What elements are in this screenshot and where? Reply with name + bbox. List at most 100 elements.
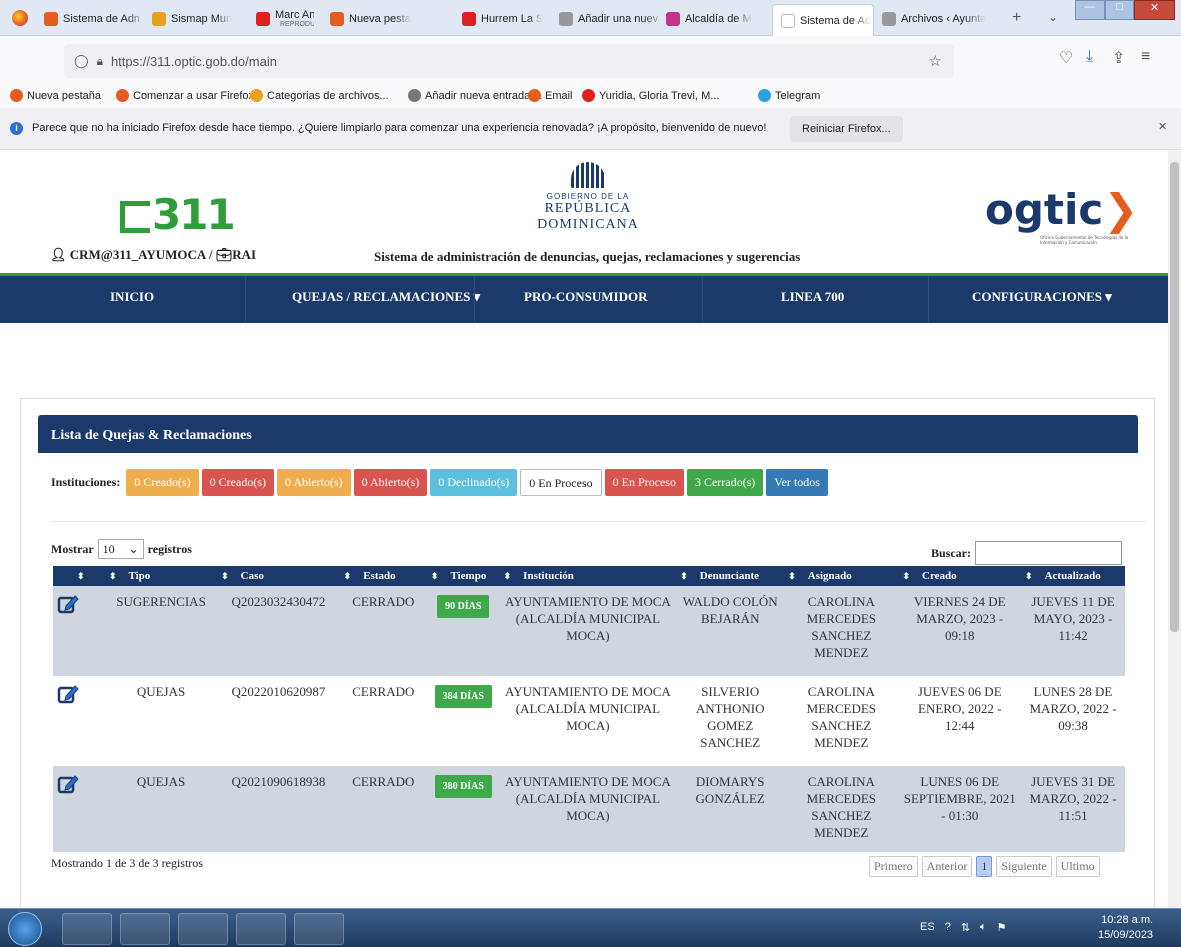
edit-icon[interactable] [57,773,79,795]
filter-button[interactable]: 0 Declinado(s) [430,469,518,496]
bookmark-item[interactable]: Nueva pestaña [10,89,101,102]
bookmark-item[interactable]: Añadir nueva entrada ... [408,89,542,102]
shield-icon[interactable]: ◯ [74,53,89,69]
hamburger-menu-icon[interactable]: ≡ [1141,48,1150,66]
new-tab-button[interactable]: + [1012,9,1021,27]
filter-button[interactable]: 0 Creado(s) [126,469,199,496]
nav-quejas[interactable]: QUEJAS / RECLAMACIONES ▾ [292,289,480,305]
browser-tab[interactable]: Nueva pesta [330,6,450,32]
filter-button[interactable]: Ver todos [766,469,828,496]
bookmark-star-icon[interactable]: ☆ [929,52,942,70]
share-icon[interactable]: ⇪ [1112,48,1125,68]
bookmark-item[interactable]: Yuridia, Gloria Trevi, M... [582,89,719,102]
browser-tab[interactable]: Alcaldía de M [666,6,764,32]
maximize-button[interactable]: □ [1104,0,1135,20]
filter-button[interactable]: 3 Cerrado(s) [686,469,764,496]
language-indicator[interactable]: ES [920,921,935,934]
pager-button[interactable]: Anterior [921,856,973,877]
app-icon[interactable] [120,913,170,945]
filter-button[interactable]: 0 Abierto(s) [353,469,428,496]
filter-button[interactable]: 0 Creado(s) [201,469,274,496]
browser-tab[interactable]: Sistema de Admi [44,6,139,32]
edit-icon[interactable] [57,593,79,615]
cell-caso: Q2022010620987 [217,676,340,766]
sort-icon[interactable]: ⬍ [788,571,796,581]
page-scrollbar[interactable] [1168,150,1181,908]
tab-sublabel: REPRODUCIENDO [280,21,314,28]
clock[interactable]: 10:28 a.m. 15/09/2023 [1098,913,1153,943]
start-button[interactable] [8,912,42,946]
table-row[interactable]: QUEJAS Q2022010620987 CERRADO 384 DÍAS AYUNT… [53,676,1125,766]
column-header[interactable]: ⬍ Tipo [104,566,218,586]
sort-icon[interactable]: ⬍ [77,571,85,581]
filters-label: Instituciones: [51,475,121,489]
flag-icon[interactable]: ⚑ [997,921,1007,934]
column-header[interactable]: ⬍ Actualizado [1021,566,1125,586]
sort-icon[interactable]: ⬍ [680,571,688,581]
tab-list-chevron-icon[interactable]: ⌄ [1048,10,1058,24]
volume-icon[interactable]: 🔈︎ [980,921,987,934]
firefox-menu-icon[interactable] [12,10,28,26]
browser-tab[interactable]: Marc AnthonREPRODUCIENDO [256,6,314,32]
column-header[interactable]: ⬍ Creado [898,566,1022,586]
pager-button[interactable]: Ultimo [1055,856,1100,877]
pager-button[interactable]: Primero [869,856,918,877]
url-bar[interactable]: ◯ 🔒︎ https://311.optic.gob.do/main ☆ [64,44,954,78]
user-info: 👤︎ CRM@311_AYUMOCA / 💼︎RAI [50,247,257,262]
sort-icon[interactable]: ⬍ [344,571,352,581]
column-header[interactable]: ⬍ Tiempo [426,566,500,586]
filter-button[interactable]: 0 Abierto(s) [277,469,351,496]
help-icon[interactable]: ? [945,921,951,934]
filter-button[interactable]: 0 En Proceso [520,469,602,496]
nav-pro-consumidor[interactable]: PRO-CONSUMIDOR [524,289,648,305]
minimize-button[interactable]: — [1075,0,1105,20]
column-header[interactable]: ⬍ Estado [339,566,427,586]
bookmark-item[interactable]: Categorias de archivos... [250,89,389,102]
close-window-button[interactable]: ✕ [1134,0,1175,20]
page-length-select[interactable]: 10 ⌄ [97,539,144,559]
close-notification-icon[interactable]: ✕ [1158,120,1167,133]
sort-icon[interactable]: ⬍ [221,571,229,581]
browser-tab[interactable]: Añadir una nueva [559,6,659,32]
reset-firefox-button[interactable]: Reiniciar Firefox... [790,116,903,142]
bookmark-favicon-icon [582,89,595,102]
column-header[interactable]: ⬍ Denunciante [676,566,785,586]
pager-button[interactable]: Siguiente [996,856,1052,877]
browser-tab[interactable]: Hurrem La S [462,6,552,32]
browser-tab[interactable]: Archivos ‹ Ayunta [882,6,1002,32]
sort-icon[interactable]: ⬍ [431,571,439,581]
media-player-icon[interactable] [236,913,286,945]
bookmark-item[interactable]: Email [528,89,573,102]
firefox-icon[interactable] [178,913,228,945]
sort-icon[interactable]: ⬍ [109,571,117,581]
sort-icon[interactable]: ⬍ [902,571,910,581]
browser-tab[interactable]: Sistema de Ad✕ [772,4,874,36]
filter-button[interactable]: 0 En Proceso [604,469,684,496]
search-input[interactable] [975,541,1122,565]
column-header[interactable]: ⬍ [53,566,105,586]
table-row[interactable]: QUEJAS Q2021090618938 CERRADO 380 DÍAS AYUNT… [53,766,1125,852]
column-header[interactable]: ⬍ Caso [217,566,340,586]
column-header[interactable]: ⬍ Asignado [784,566,899,586]
word-icon[interactable] [294,913,344,945]
pager-button[interactable]: 1 [976,856,993,877]
edit-icon[interactable] [57,683,79,705]
bookmark-item[interactable]: Telegram [758,89,820,102]
url-text[interactable]: https://311.optic.gob.do/main [111,54,277,69]
browser-tab[interactable]: Sismap Mun [152,6,242,32]
tab-favicon-icon [44,12,58,26]
sort-icon[interactable]: ⬍ [504,571,512,581]
cell-creado: VIERNES 24 DE MARZO, 2023 - 09:18 [898,586,1022,676]
file-explorer-icon[interactable] [62,913,112,945]
column-header[interactable]: ⬍ Institución [499,566,677,586]
lock-icon[interactable]: 🔒︎ [97,54,103,69]
nav-configuraciones[interactable]: CONFIGURACIONES ▾ [972,289,1112,305]
download-icon[interactable]: ⤓ [1086,48,1093,66]
bookmark-item[interactable]: Comenzar a usar Firefox [116,89,254,102]
sort-icon[interactable]: ⬍ [1025,571,1033,581]
nav-linea-700[interactable]: LINEA 700 [781,289,844,305]
table-row[interactable]: SUGERENCIAS Q2023032430472 CERRADO 90 DÍAS A… [53,586,1125,676]
nav-inicio[interactable]: INICIO [110,289,154,305]
pocket-icon[interactable]: ♡ [1059,48,1073,68]
network-icon[interactable]: ⇅ [961,921,970,934]
